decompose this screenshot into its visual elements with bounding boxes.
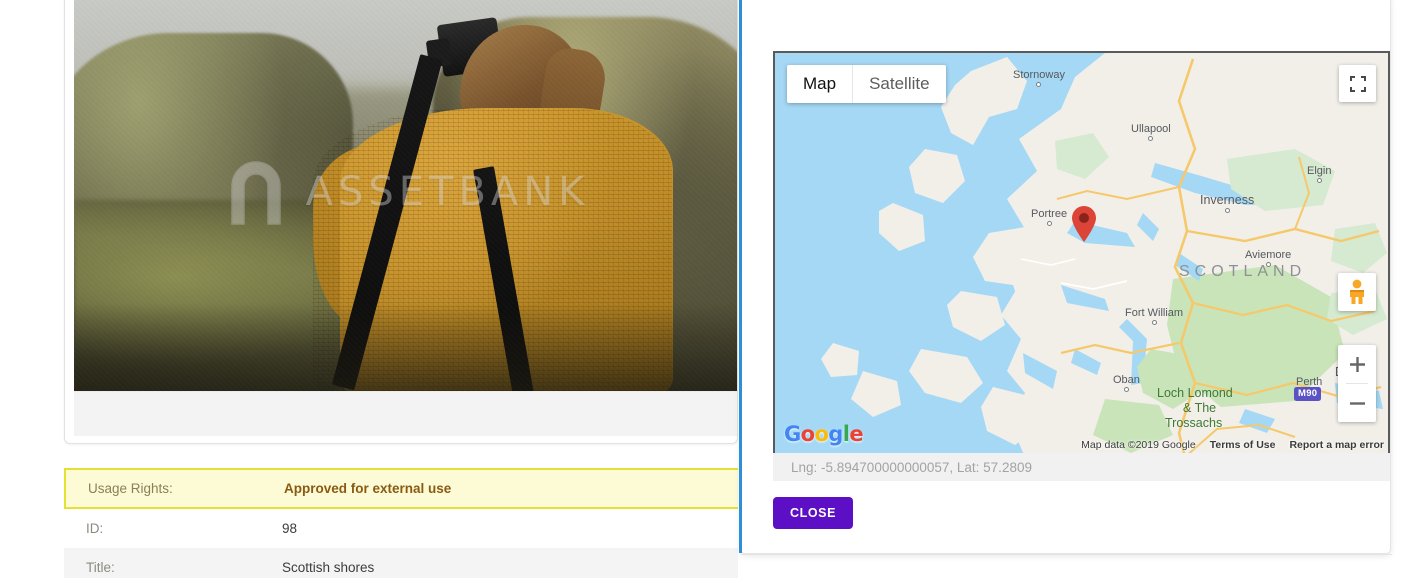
asset-metadata-list: Usage Rights: Approved for external use … — [64, 468, 738, 578]
asset-detail-left-column: ASSETBANK Usage Rights: Approved for ext… — [0, 0, 738, 578]
google-logo-g2: g — [828, 422, 843, 446]
map-label-oban: Oban — [1113, 374, 1140, 392]
map-label-elgin: Elgin — [1307, 165, 1331, 183]
map-type-switcher[interactable]: Map Satellite — [787, 65, 946, 103]
zoom-out-button[interactable] — [1338, 384, 1376, 422]
zoom-controls[interactable] — [1338, 345, 1376, 422]
asset-preview-card: ASSETBANK — [64, 0, 738, 444]
map-label-the: & The — [1183, 401, 1217, 415]
coordinates-readout: Lng: -5.894700000000057, Lat: 57.2809 — [773, 453, 1390, 481]
map-label-scotland: SCOTLAND — [1179, 263, 1307, 280]
modal-footer-divider — [741, 554, 1392, 555]
table-row[interactable]: ID: 98 — [64, 509, 738, 548]
close-button[interactable]: CLOSE — [773, 497, 854, 529]
asset-detail-page: ASSETBANK Usage Rights: Approved for ext… — [0, 0, 1401, 578]
road-shield-m90: M90 — [1294, 387, 1322, 401]
modal-accent-bar — [739, 0, 742, 553]
map-label-trossachs: Trossachs — [1165, 416, 1223, 430]
google-map[interactable]: Stornoway Ullapool Elgin Inverness Aviem… — [773, 51, 1390, 455]
metadata-label: Usage Rights: — [88, 481, 173, 496]
report-map-error-link[interactable]: Report a map error — [1289, 439, 1384, 451]
photo-grain — [74, 0, 737, 391]
metadata-label: ID: — [86, 521, 104, 536]
google-logo-o1: o — [800, 422, 815, 446]
street-view-pegman-icon — [1350, 279, 1364, 304]
location-marker-pin[interactable] — [1071, 205, 1097, 243]
google-logo-o2: o — [814, 422, 829, 446]
google-logo-e: e — [849, 422, 863, 446]
metadata-value: Approved for external use — [284, 481, 452, 496]
map-data-attribution: Map data ©2019 Google — [1081, 439, 1196, 451]
table-row[interactable]: Usage Rights: Approved for external use — [64, 468, 738, 509]
metadata-value: Scottish shores — [282, 560, 375, 575]
map-label-ullapool: Ullapool — [1131, 123, 1171, 141]
fullscreen-button[interactable] — [1339, 65, 1376, 102]
map-type-map[interactable]: Map — [787, 65, 852, 103]
map-attribution: Map data ©2019 Google Terms of Use Repor… — [1081, 439, 1384, 451]
map-label-loch-lomond: Loch Lomond — [1157, 386, 1233, 400]
map-location-modal: Stornoway Ullapool Elgin Inverness Aviem… — [739, 0, 1392, 555]
map-label-stornoway: Stornoway — [1013, 69, 1065, 87]
asset-photo[interactable]: ASSETBANK — [74, 0, 737, 391]
fullscreen-expand-icon — [1349, 75, 1366, 92]
map-canvas[interactable]: Stornoway Ullapool Elgin Inverness Aviem… — [775, 53, 1388, 453]
map-label-portree: Portree — [1031, 208, 1067, 226]
terms-of-use-link[interactable]: Terms of Use — [1210, 439, 1276, 451]
table-row[interactable]: Title: Scottish shores — [64, 548, 738, 578]
map-label-fort-william: Fort William — [1125, 307, 1183, 325]
plus-icon — [1349, 356, 1365, 372]
google-logo-g1: G — [784, 422, 801, 446]
metadata-label: Title: — [86, 560, 115, 575]
street-view-pegman-button[interactable] — [1338, 273, 1376, 311]
zoom-in-button[interactable] — [1338, 345, 1376, 383]
map-label-inverness: Inverness — [1200, 193, 1254, 213]
map-type-satellite[interactable]: Satellite — [852, 65, 945, 103]
metadata-value: 98 — [282, 521, 298, 536]
google-logo[interactable]: Google — [784, 422, 864, 446]
coordinates-text: Lng: -5.894700000000057, Lat: 57.2809 — [791, 459, 1032, 475]
asset-card-footer — [74, 391, 737, 436]
minus-icon — [1349, 401, 1365, 405]
